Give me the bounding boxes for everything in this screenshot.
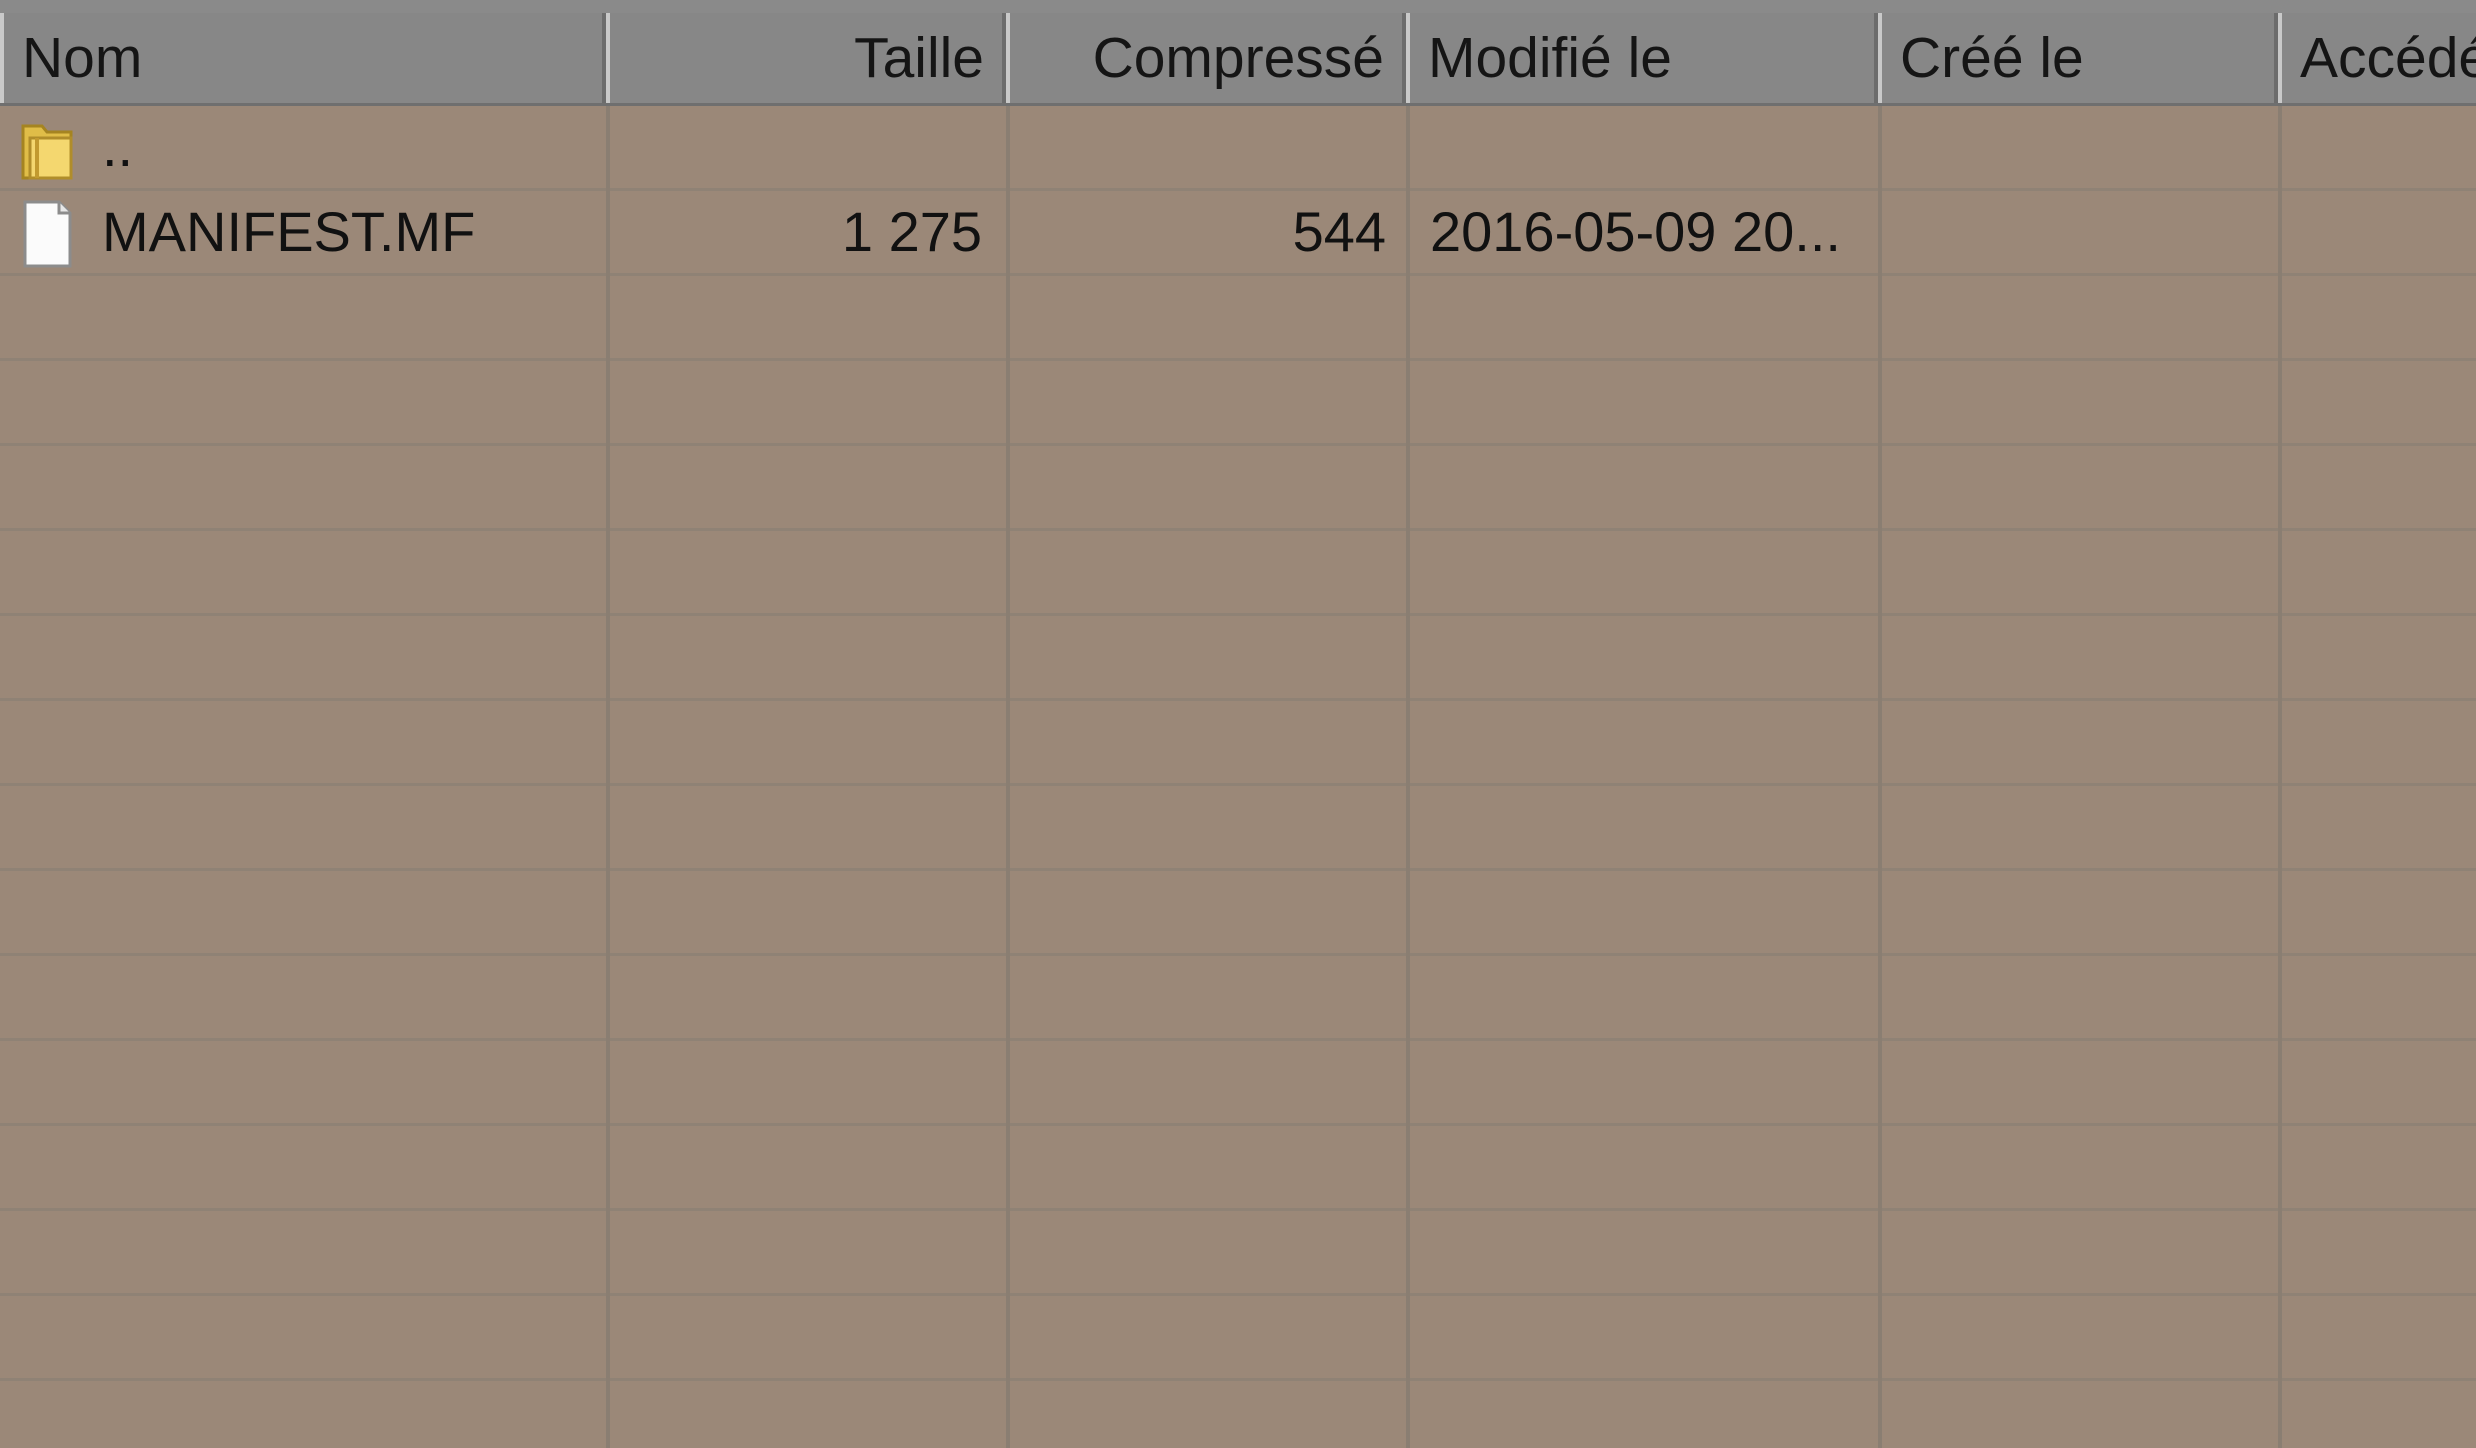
empty-row (0, 701, 2476, 786)
file-name-cell: .. (0, 106, 606, 188)
empty-row (0, 276, 2476, 361)
empty-row (0, 446, 2476, 531)
column-header-compressed[interactable]: Compressé (1006, 13, 1406, 103)
file-modified-cell: 2016-05-09 20... (1430, 200, 1841, 263)
column-header-accessed[interactable]: Accédé (2278, 13, 2476, 103)
empty-row (0, 616, 2476, 701)
column-header-created[interactable]: Créé le (1878, 13, 2278, 103)
empty-row (0, 956, 2476, 1041)
empty-row (0, 1381, 2476, 1448)
file-list: .. MANIFEST.MF 1 275 544 2016-05-09 20..… (0, 106, 2476, 1448)
empty-row (0, 786, 2476, 871)
file-size-cell: 1 275 (841, 200, 982, 263)
file-name: MANIFEST.MF (102, 200, 476, 263)
column-divider (606, 106, 610, 1448)
file-modified-cell (1430, 106, 1870, 188)
folder-icon (21, 124, 73, 180)
empty-row (0, 1296, 2476, 1381)
file-compressed-cell: 544 (1292, 200, 1386, 263)
empty-row (0, 361, 2476, 446)
column-header-modified[interactable]: Modifié le (1406, 13, 1878, 103)
file-size-cell (606, 106, 982, 188)
window-top-edge (0, 0, 2476, 14)
column-header-name[interactable]: Nom (0, 13, 606, 103)
file-row-parent[interactable]: .. (0, 106, 2476, 191)
column-header-size[interactable]: Taille (606, 13, 1006, 103)
file-icon (23, 200, 72, 268)
file-row-manifest[interactable]: MANIFEST.MF 1 275 544 2016-05-09 20... (0, 191, 2476, 276)
file-name: .. (102, 115, 134, 178)
column-divider (1406, 106, 1410, 1448)
empty-row (0, 1126, 2476, 1211)
file-compressed-cell (1006, 106, 1386, 188)
empty-row (0, 871, 2476, 956)
column-divider (1878, 106, 1882, 1448)
column-divider (2278, 106, 2282, 1448)
file-name-cell: MANIFEST.MF (0, 191, 606, 273)
empty-row (0, 1041, 2476, 1126)
empty-row (0, 1211, 2476, 1296)
column-header-bar: Nom Taille Compressé Modifié le Créé le … (0, 13, 2476, 106)
empty-row (0, 531, 2476, 616)
column-divider (1006, 106, 1010, 1448)
